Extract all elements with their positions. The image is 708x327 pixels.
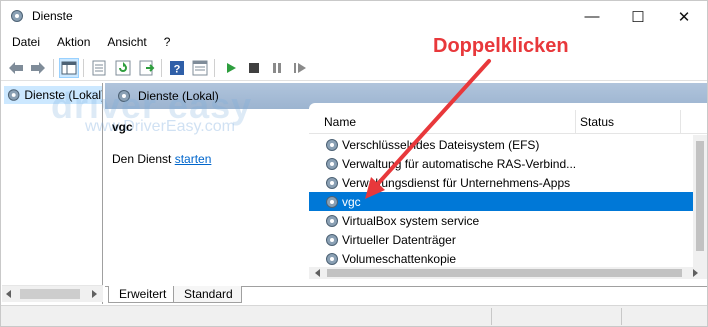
tab-standard[interactable]: Standard	[173, 286, 242, 303]
stop-icon[interactable]	[244, 58, 264, 78]
gear-icon	[326, 214, 338, 227]
pane-header-label: Dienste (Lokal)	[138, 89, 219, 103]
refresh-icon[interactable]	[113, 58, 133, 78]
toolbar-separator	[161, 59, 162, 77]
toolbar-separator	[214, 59, 215, 77]
list-header: Name Status	[309, 110, 707, 134]
scroll-thumb[interactable]	[20, 289, 80, 299]
service-rows: Verschlüsselndes Dateisystem (EFS) Verwal…	[309, 135, 693, 268]
service-name: VirtualBox system service	[342, 213, 480, 228]
tree-horizontal-scrollbar[interactable]	[2, 285, 103, 302]
services-window: Dienste — ☐ ✕ Datei Aktion Ansicht ? ? D…	[0, 0, 708, 327]
scroll-left-icon[interactable]	[315, 269, 320, 277]
gear-icon	[326, 233, 338, 246]
service-detail-panel: vgc Den Dienst starten	[105, 109, 309, 304]
services-list: Name Status Verschlüsselndes Dateisystem…	[309, 103, 707, 288]
service-name: Verwaltung für automatische RAS-Verbind.…	[342, 156, 577, 171]
scroll-thumb[interactable]	[696, 141, 704, 251]
service-name: Verschlüsselndes Dateisystem (EFS)	[342, 137, 540, 152]
table-row-selected[interactable]: vgc	[309, 192, 693, 211]
service-detail-prefix: Den Dienst	[112, 152, 175, 166]
services-pane: Dienste (Lokal) vgc Den Dienst starten N…	[105, 83, 707, 304]
maximize-button[interactable]: ☐	[615, 1, 661, 32]
service-name: Volumeschattenkopie	[342, 251, 457, 266]
status-bar	[1, 305, 707, 326]
title-bar: Dienste — ☐ ✕	[1, 1, 707, 32]
gear-icon	[118, 90, 130, 102]
annotation-label: Doppelklicken	[433, 35, 569, 57]
pause-icon[interactable]	[267, 58, 287, 78]
forward-icon[interactable]	[28, 58, 48, 78]
back-icon[interactable]	[6, 58, 26, 78]
toolbar: ?	[1, 54, 707, 81]
list-vertical-scrollbar[interactable]	[693, 135, 707, 267]
menu-ansicht[interactable]: Ansicht	[97, 33, 153, 53]
scroll-left-icon[interactable]	[6, 290, 11, 298]
minimize-button[interactable]: —	[569, 1, 615, 32]
start-icon[interactable]	[221, 58, 241, 78]
column-header-name[interactable]: Name	[324, 115, 356, 129]
help-icon[interactable]: ?	[167, 58, 187, 78]
list-horizontal-scrollbar[interactable]	[309, 267, 707, 279]
menu-help[interactable]: ?	[154, 33, 178, 53]
toolbar-separator	[53, 59, 54, 77]
svg-text:?: ?	[174, 64, 181, 76]
gear-icon	[326, 138, 338, 151]
console-tree: Dienste (Lokal)	[2, 83, 103, 304]
view-tabs: Erweitert Standard	[105, 286, 707, 303]
table-row[interactable]: Volumeschattenkopie	[309, 249, 693, 268]
scroll-right-icon[interactable]	[693, 269, 698, 277]
service-detail-name: vgc	[112, 120, 133, 134]
column-divider[interactable]	[575, 110, 576, 134]
table-row[interactable]: Verwaltungsdienst für Unternehmens-Apps	[309, 173, 693, 192]
menu-bar: Datei Aktion Ansicht ?	[1, 33, 707, 53]
menu-datei[interactable]: Datei	[1, 33, 47, 53]
menu-aktion[interactable]: Aktion	[47, 33, 97, 53]
status-divider	[491, 308, 492, 325]
status-divider	[621, 308, 622, 325]
table-row[interactable]: VirtualBox system service	[309, 211, 693, 230]
gear-icon	[326, 195, 338, 208]
gear-icon	[11, 10, 23, 22]
gear-icon	[7, 89, 20, 101]
table-row[interactable]: Verwaltung für automatische RAS-Verbind.…	[309, 154, 693, 173]
service-name: Verwaltungsdienst für Unternehmens-Apps	[342, 175, 571, 190]
start-service-link[interactable]: starten	[175, 152, 212, 166]
tab-erweitert[interactable]: Erweitert	[108, 286, 176, 303]
service-name: Virtueller Datenträger	[342, 232, 456, 247]
scroll-right-icon[interactable]	[92, 290, 97, 298]
table-row[interactable]: Verschlüsselndes Dateisystem (EFS)	[309, 135, 693, 154]
scroll-thumb[interactable]	[327, 269, 682, 277]
restart-icon[interactable]	[290, 58, 310, 78]
tree-item-services-local[interactable]: Dienste (Lokal)	[4, 86, 102, 104]
export-icon[interactable]	[137, 58, 157, 78]
service-detail-text: Den Dienst starten	[112, 152, 211, 166]
close-button[interactable]: ✕	[661, 1, 707, 32]
column-header-status[interactable]: Status	[580, 115, 614, 129]
gear-icon	[326, 157, 338, 170]
table-row[interactable]: Virtueller Datenträger	[309, 230, 693, 249]
tree-item-label: Dienste (Lokal)	[24, 88, 102, 102]
toolbar-separator	[83, 59, 84, 77]
column-divider[interactable]	[680, 110, 681, 134]
service-name: vgc	[342, 194, 361, 209]
window-title: Dienste	[32, 9, 73, 23]
show-tree-icon[interactable]	[59, 58, 79, 78]
gear-icon	[326, 252, 338, 265]
console-icon[interactable]	[190, 58, 210, 78]
gear-icon	[326, 176, 338, 189]
properties-icon[interactable]	[89, 58, 109, 78]
